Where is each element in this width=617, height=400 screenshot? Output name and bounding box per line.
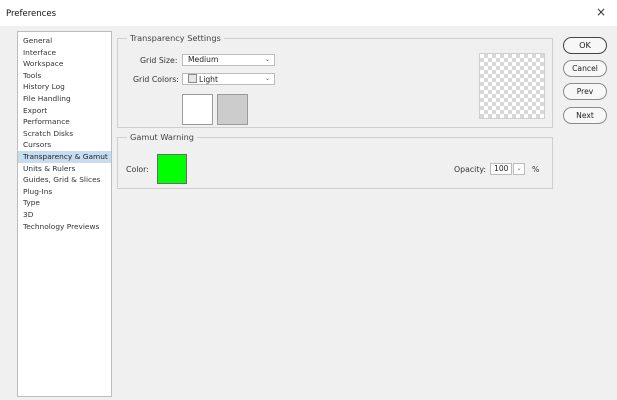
- transparency-preview: [479, 53, 545, 119]
- preferences-panel: Transparency Settings Grid Size: Medium …: [115, 31, 555, 397]
- prev-button[interactable]: Prev: [563, 83, 607, 100]
- chevron-down-icon: ⌄: [516, 165, 522, 172]
- next-button[interactable]: Next: [563, 107, 607, 124]
- opacity-unit: %: [532, 165, 540, 174]
- opacity-label: Opacity:: [454, 165, 487, 174]
- grid-color-1-swatch[interactable]: [182, 94, 213, 125]
- gamut-warning-legend: Gamut Warning: [130, 132, 194, 142]
- grid-size-value: Medium: [188, 55, 219, 64]
- grid-color-2-swatch[interactable]: [217, 94, 248, 125]
- sidebar-item[interactable]: Guides, Grid & Slices: [18, 174, 111, 186]
- grid-colors-label: Grid Colors:: [133, 75, 179, 84]
- title-bar: Preferences ×: [0, 0, 617, 26]
- gamut-color-label: Color:: [126, 165, 149, 174]
- sidebar-item[interactable]: Units & Rulers: [18, 163, 111, 175]
- sidebar-item[interactable]: Technology Previews: [18, 221, 111, 233]
- grid-colors-select[interactable]: Light ⌄: [182, 73, 275, 85]
- transparency-settings-legend: Transparency Settings: [130, 33, 221, 43]
- chevron-down-icon: ⌄: [264, 75, 270, 82]
- grid-color-swatch-icon: [188, 74, 197, 83]
- sidebar-item[interactable]: Tools: [18, 70, 111, 82]
- sidebar-item[interactable]: File Handling: [18, 93, 111, 105]
- sidebar-item[interactable]: Export: [18, 105, 111, 117]
- sidebar-item[interactable]: Transparency & Gamut: [18, 150, 111, 163]
- sidebar-item[interactable]: Plug-Ins: [18, 186, 111, 198]
- gamut-color-swatch[interactable]: [157, 154, 187, 184]
- sidebar-item[interactable]: Workspace: [18, 58, 111, 70]
- grid-size-select[interactable]: Medium ⌄: [182, 54, 275, 66]
- grid-colors-value: Light: [199, 75, 218, 84]
- chevron-down-icon: ⌄: [264, 56, 270, 63]
- close-icon[interactable]: ×: [596, 6, 606, 18]
- cancel-button[interactable]: Cancel: [563, 60, 607, 77]
- sidebar-item[interactable]: Performance: [18, 116, 111, 128]
- sidebar-item[interactable]: General: [18, 35, 111, 47]
- sidebar-item[interactable]: History Log: [18, 81, 111, 93]
- sidebar-item[interactable]: Cursors: [18, 139, 111, 151]
- category-list: General Interface Workspace Tools History Lo…: [17, 31, 112, 397]
- window-title: Preferences: [6, 9, 56, 19]
- grid-size-label: Grid Size:: [140, 56, 178, 65]
- sidebar-item[interactable]: Interface: [18, 47, 111, 59]
- sidebar-item[interactable]: Scratch Disks: [18, 128, 111, 140]
- sidebar-item[interactable]: 3D: [18, 209, 111, 221]
- opacity-input[interactable]: 100: [490, 163, 512, 175]
- sidebar-item[interactable]: Type: [18, 197, 111, 209]
- ok-button[interactable]: OK: [563, 37, 607, 54]
- opacity-dropdown[interactable]: ⌄: [513, 163, 525, 175]
